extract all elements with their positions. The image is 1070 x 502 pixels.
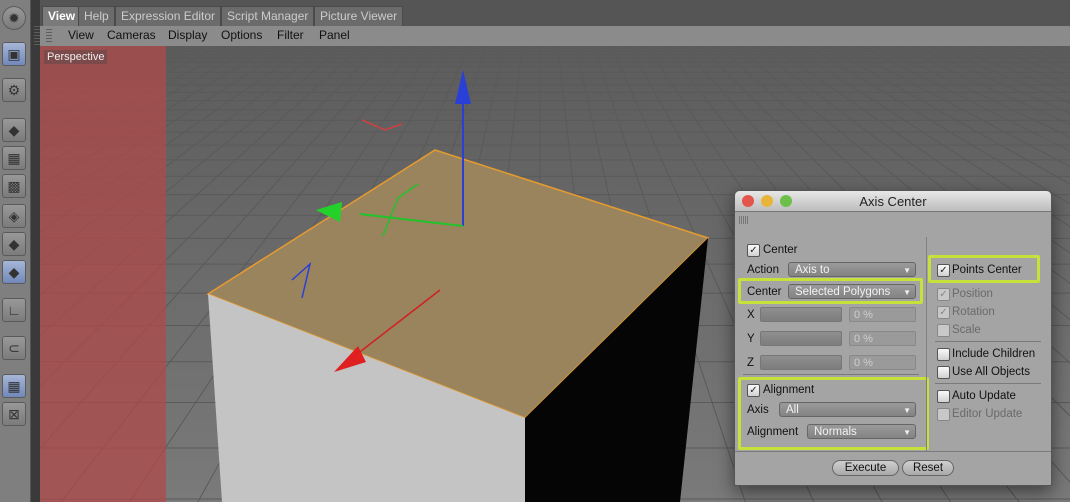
menu-options[interactable]: Options <box>221 28 262 42</box>
menu-filter[interactable]: Filter <box>277 28 304 42</box>
tab-view[interactable]: View <box>42 6 82 26</box>
menu-bar: View Cameras Display Options Filter Pane… <box>40 26 1070 47</box>
cube-icon[interactable]: ◆ <box>2 118 26 142</box>
texture-icon[interactable]: ▩ <box>2 174 26 198</box>
tab-help[interactable]: Help <box>78 6 115 26</box>
menu-grip[interactable] <box>46 29 52 43</box>
rotation-checkbox: ✓ <box>937 306 950 319</box>
lock-icon[interactable]: ⊠ <box>2 402 26 426</box>
scale-label: Scale <box>952 324 981 336</box>
render-icon[interactable]: ✹ <box>2 6 26 30</box>
divider <box>935 383 1041 384</box>
alignment-highlight <box>738 377 929 450</box>
y-value-field[interactable]: 0 % <box>849 331 916 346</box>
object-axis-icon[interactable]: ◈ <box>2 204 26 228</box>
x-label: X <box>747 309 755 321</box>
checker-icon[interactable]: ▦ <box>2 146 26 170</box>
editor-update-checkbox <box>937 408 950 421</box>
render-view-icon[interactable]: ▣ <box>2 42 26 66</box>
z-slider[interactable] <box>760 355 842 370</box>
left-toolbar: ✹ ▣ ⚙ ◆ ▦ ▩ ◈ ◆ ◆ ∟ ⊂ ▦ ⊠ <box>0 0 31 502</box>
z-label: Z <box>747 357 755 369</box>
position-checkbox: ✓ <box>937 288 950 301</box>
dialog-grip[interactable] <box>739 216 749 224</box>
editor-update-label: Editor Update <box>952 408 1023 420</box>
tab-picture-viewer[interactable]: Picture Viewer <box>314 6 404 26</box>
column-divider <box>926 237 927 451</box>
points-center-highlight <box>928 255 1040 283</box>
model-icon[interactable]: ◆ <box>2 232 26 256</box>
rotation-label: Rotation <box>952 306 995 318</box>
use-all-objects-label: Use All Objects <box>952 366 1030 378</box>
include-children-checkbox[interactable] <box>937 348 950 361</box>
include-children-label: Include Children <box>952 348 1036 360</box>
scale-checkbox <box>937 324 950 337</box>
reset-button[interactable]: Reset <box>902 460 954 476</box>
tab-script-manager[interactable]: Script Manager <box>221 6 315 26</box>
polygon-tool-icon[interactable]: ◆ <box>2 260 26 284</box>
y-label: Y <box>747 333 755 345</box>
center-label: Center <box>763 244 798 256</box>
dialog-titlebar[interactable]: Axis Center <box>735 191 1051 212</box>
x-slider[interactable] <box>760 307 842 322</box>
center-highlight <box>738 278 923 304</box>
position-label: Position <box>952 288 993 300</box>
viewport-label: Perspective <box>44 50 108 64</box>
execute-button[interactable]: Execute <box>832 460 899 476</box>
center-checkbox[interactable]: ✓ <box>747 244 760 257</box>
tab-bar: View Help Expression Editor Script Manag… <box>40 0 1070 26</box>
divider <box>743 374 919 375</box>
use-all-objects-checkbox[interactable] <box>937 366 950 379</box>
menu-cameras[interactable]: Cameras <box>107 28 156 42</box>
safe-frame-band <box>40 46 166 502</box>
auto-update-label: Auto Update <box>952 390 1016 402</box>
menu-view[interactable]: View <box>68 28 94 42</box>
x-value-field[interactable]: 0 % <box>849 307 916 322</box>
axis-tool-icon[interactable]: ∟ <box>2 298 26 322</box>
z-value-field[interactable]: 0 % <box>849 355 916 370</box>
workplane-icon[interactable]: ▦ <box>2 374 26 398</box>
settings-icon[interactable]: ⚙ <box>2 78 26 102</box>
magnet-icon[interactable]: ⊂ <box>2 336 26 360</box>
action-label: Action <box>747 264 779 276</box>
y-slider[interactable] <box>760 331 842 346</box>
menu-display[interactable]: Display <box>168 28 207 42</box>
auto-update-checkbox[interactable] <box>937 390 950 403</box>
dialog-title: Axis Center <box>859 194 927 209</box>
action-dropdown[interactable]: Axis to ▼ <box>788 262 916 277</box>
menu-panel[interactable]: Panel <box>319 28 350 42</box>
divider <box>735 451 1051 452</box>
axis-center-dialog: Axis Center ✓ Center Action Axis to ▼ Cen… <box>734 190 1052 486</box>
divider <box>935 341 1041 342</box>
tab-expression-editor[interactable]: Expression Editor <box>115 6 222 26</box>
